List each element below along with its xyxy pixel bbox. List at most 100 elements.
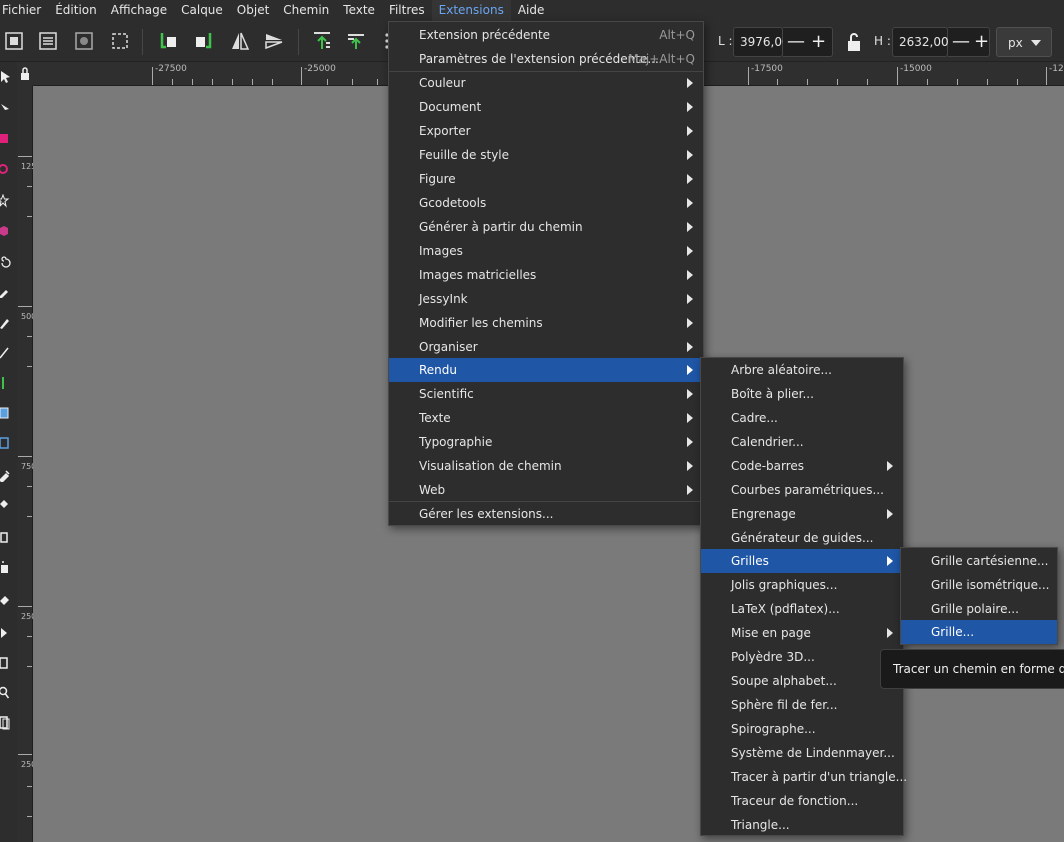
paint-bucket-tool-icon[interactable] (0, 498, 12, 512)
menu-item-generer-chemin[interactable]: Générer à partir du chemin (389, 215, 703, 239)
plus-icon[interactable]: + (974, 33, 989, 51)
flip-vertical-icon[interactable] (262, 29, 286, 53)
menu-item-polyedre-3d[interactable]: Polyèdre 3D... (701, 645, 903, 669)
menu-item-engrenage[interactable]: Engrenage (701, 502, 903, 526)
menu-item-soupe-alphabet[interactable]: Soupe alphabet... (701, 669, 903, 693)
menu-item-organiser[interactable]: Organiser (389, 335, 703, 359)
dropper-tool-icon[interactable] (0, 468, 12, 482)
spray-tool-icon[interactable] (0, 560, 12, 574)
spiral-tool-icon[interactable] (0, 254, 12, 268)
menu-item-scientific[interactable]: Scientific (389, 382, 703, 406)
menu-item-code-barres[interactable]: Code-barres (701, 454, 903, 478)
touch-select-icon[interactable] (108, 29, 132, 53)
select-all-icon[interactable] (2, 29, 26, 53)
menu-item-spirographe[interactable]: Spirographe... (701, 717, 903, 741)
menu-item-tracer-triangle[interactable]: Tracer à partir d'un triangle... (701, 765, 907, 789)
raise-to-top-icon[interactable] (310, 29, 334, 53)
menu-item-mise-en-page[interactable]: Mise en page (701, 621, 903, 645)
ruler-tick (27, 636, 32, 637)
connector-tool-icon[interactable] (0, 626, 12, 640)
lock-guides-icon[interactable] (17, 62, 33, 86)
deselect-icon[interactable] (72, 29, 96, 53)
ellipse-tool-icon[interactable] (0, 162, 12, 176)
menu-item-sphere-fil-de-fer[interactable]: Sphère fil de fer... (701, 693, 903, 717)
menu-item-grilles[interactable]: Grilles (701, 549, 903, 573)
menu-item-grille-isometrique[interactable]: Grille isométrique... (901, 573, 1057, 597)
menu-texte[interactable]: Texte (336, 0, 382, 21)
gradient-tool-icon[interactable] (0, 406, 12, 420)
menu-affichage[interactable]: Affichage (104, 0, 174, 21)
selector-tool-icon[interactable] (0, 70, 12, 84)
menu-item-feuille-de-style[interactable]: Feuille de style (389, 143, 703, 167)
menu-item-traceur-fonction[interactable]: Traceur de fonction... (701, 789, 903, 813)
lock-ratio-icon[interactable] (842, 30, 866, 54)
minus-icon[interactable]: — (787, 33, 805, 51)
menu-item-calendrier[interactable]: Calendrier... (701, 430, 903, 454)
unit-select[interactable]: px (996, 27, 1052, 57)
menu-item-grille-polaire[interactable]: Grille polaire... (901, 597, 1057, 621)
menu-item-document[interactable]: Document (389, 95, 703, 119)
menu-edition[interactable]: Édition (48, 0, 104, 21)
mesh-tool-icon[interactable] (0, 436, 12, 450)
menu-fichier[interactable]: Fichier (0, 0, 48, 21)
raise-icon[interactable] (344, 29, 368, 53)
menu-aide[interactable]: Aide (511, 0, 552, 21)
flip-horizontal-icon[interactable] (228, 29, 252, 53)
pencil-tool-icon[interactable] (0, 286, 12, 300)
menu-item-previous-extension[interactable]: Extension précédente Alt+Q (389, 23, 703, 47)
zoom-tool-icon[interactable] (0, 686, 12, 700)
menu-item-jolis-graphiques[interactable]: Jolis graphiques... (701, 573, 903, 597)
menu-item-typographie[interactable]: Typographie (389, 430, 703, 454)
3d-box-tool-icon[interactable] (0, 224, 12, 238)
rectangle-tool-icon[interactable] (0, 132, 12, 146)
menu-item-gcodetools[interactable]: Gcodetools (389, 191, 703, 215)
menu-item-jessyink[interactable]: JessyInk (389, 287, 703, 311)
menu-chemin[interactable]: Chemin (276, 0, 336, 21)
plus-icon[interactable]: + (811, 33, 826, 51)
menu-item-grille-cartesienne[interactable]: Grille cartésienne... (901, 549, 1057, 573)
menu-calque[interactable]: Calque (174, 0, 230, 21)
menu-item-generateur-guides[interactable]: Générateur de guides... (701, 526, 903, 550)
menu-item-figure[interactable]: Figure (389, 167, 703, 191)
menu-item-web[interactable]: Web (389, 478, 703, 502)
menu-item-arbre-aleatoire[interactable]: Arbre aléatoire... (701, 358, 903, 382)
menu-item-couleur[interactable]: Couleur (389, 71, 703, 95)
menu-item-images[interactable]: Images (389, 239, 703, 263)
text-tool-icon[interactable] (0, 376, 12, 390)
menu-item-latex[interactable]: LaTeX (pdflatex)... (701, 597, 903, 621)
width-stepper[interactable]: — + (783, 27, 833, 57)
eraser-tool-icon[interactable] (0, 592, 12, 606)
menu-item-rendu[interactable]: Rendu (389, 358, 703, 382)
menu-item-exporter[interactable]: Exporter (389, 119, 703, 143)
menu-item-images-matricielles[interactable]: Images matricielles (389, 263, 703, 287)
width-input[interactable]: 3976,000 (733, 27, 797, 57)
select-all-layers-icon[interactable] (36, 29, 60, 53)
tweak-tool-icon[interactable] (0, 530, 12, 544)
menu-objet[interactable]: Objet (230, 0, 276, 21)
pages-tool-icon[interactable] (0, 716, 12, 730)
menu-filtres[interactable]: Filtres (382, 0, 432, 21)
menu-extensions[interactable]: Extensions (431, 0, 511, 21)
node-tool-icon[interactable] (0, 102, 12, 116)
menu-item-texte[interactable]: Texte (389, 406, 703, 430)
minus-icon[interactable]: — (952, 33, 970, 51)
pen-tool-icon[interactable] (0, 316, 12, 330)
menu-item-modifier-chemins[interactable]: Modifier les chemins (389, 311, 703, 335)
menu-item-grille[interactable]: Grille... (901, 620, 1057, 644)
star-tool-icon[interactable] (0, 194, 12, 208)
menu-item-boite-a-plier[interactable]: Boîte à plier... (701, 382, 903, 406)
calligraphy-tool-icon[interactable] (0, 346, 12, 360)
menu-item-visualisation-chemin[interactable]: Visualisation de chemin (389, 454, 703, 478)
menu-item-courbes-parametriques[interactable]: Courbes paramétriques... (701, 478, 903, 502)
height-stepper[interactable]: — + (948, 27, 990, 57)
rotate-ccw-icon[interactable] (156, 29, 180, 53)
rotate-cw-icon[interactable] (192, 29, 216, 53)
menu-item-label: Tracer à partir d'un triangle... (731, 770, 908, 784)
height-input[interactable]: 2632,000 (892, 27, 956, 57)
menu-item-cadre[interactable]: Cadre... (701, 406, 903, 430)
menu-item-triangle[interactable]: Triangle... (701, 813, 903, 837)
menu-item-previous-extension-params[interactable]: Paramètres de l'extension précédente... M… (389, 47, 703, 71)
menu-item-gerer-extensions[interactable]: Gérer les extensions... (389, 502, 703, 526)
menu-item-lindenmayer[interactable]: Système de Lindenmayer... (701, 741, 903, 765)
measure-tool-icon[interactable] (0, 656, 12, 670)
